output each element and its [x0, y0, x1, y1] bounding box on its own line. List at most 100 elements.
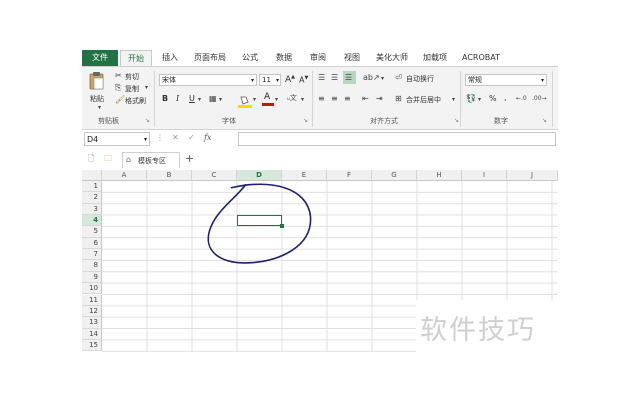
- format-painter-button[interactable]: 格式刷: [125, 96, 146, 106]
- increase-decimal-icon[interactable]: ←.0: [516, 94, 527, 104]
- underline-button[interactable]: U: [189, 94, 195, 103]
- wrap-text-icon: ⏎: [395, 73, 402, 82]
- merge-center-icon: ⊞: [395, 94, 402, 103]
- ribbon: 粘贴 ▾ ✂ 剪切 ⎘ 复制 ▾ 🖌 格式刷 剪贴板 ↘ 宋体 ▾ 11 ▾ A…: [82, 66, 558, 130]
- align-top-icon[interactable]: ☰: [318, 73, 325, 83]
- font-launcher-icon[interactable]: ↘: [303, 117, 308, 124]
- formula-bar: D4 ▾ ⋮ ✕ ✓ fx: [82, 130, 558, 148]
- font-group-label: 字体: [222, 117, 236, 125]
- copy-button[interactable]: 复制: [125, 84, 139, 94]
- align-left-icon[interactable]: ≡: [318, 94, 325, 104]
- phonetic-dropdown-icon[interactable]: ▾: [301, 95, 304, 105]
- currency-dropdown-icon[interactable]: ▾: [478, 95, 481, 105]
- tab-acrobat[interactable]: ACROBAT: [458, 50, 504, 66]
- copy-icon: ⎘: [115, 83, 122, 92]
- group-divider: [552, 71, 553, 127]
- name-box-value: D4: [87, 135, 99, 144]
- number-group-label: 数字: [494, 117, 508, 125]
- percent-button[interactable]: %: [489, 94, 497, 103]
- border-dropdown-icon[interactable]: ▾: [219, 95, 222, 105]
- wrap-text-button[interactable]: 自动换行: [406, 74, 434, 84]
- tab-beautify[interactable]: 美化大师: [372, 50, 412, 66]
- copy-dropdown-icon[interactable]: ▾: [145, 83, 148, 93]
- add-tab-button[interactable]: +: [185, 152, 194, 165]
- number-launcher-icon[interactable]: ↘: [542, 117, 547, 124]
- tab-addins[interactable]: 加载项: [418, 50, 452, 66]
- align-right-icon[interactable]: ≡: [344, 94, 351, 104]
- fill-color-dropdown-icon[interactable]: ▾: [253, 95, 256, 105]
- cut-icon: ✂: [115, 71, 122, 80]
- tab-formulas[interactable]: 公式: [236, 50, 264, 66]
- paste-icon: [89, 72, 104, 90]
- paste-label: 粘贴: [90, 95, 104, 103]
- clipboard-group-label: 剪贴板: [98, 117, 119, 125]
- group-divider: [154, 71, 155, 127]
- tab-view[interactable]: 视图: [338, 50, 366, 66]
- font-name-box[interactable]: 宋体 ▾: [159, 74, 257, 86]
- orientation-icon[interactable]: ab↗: [363, 73, 380, 83]
- bold-button[interactable]: B: [162, 94, 168, 103]
- align-middle-icon[interactable]: ☰: [331, 73, 338, 83]
- align-bottom-button[interactable]: ☰: [343, 71, 356, 84]
- font-color-dropdown-icon[interactable]: ▾: [275, 95, 278, 105]
- comma-button[interactable]: ,: [504, 93, 507, 102]
- currency-icon[interactable]: 💱: [466, 94, 476, 104]
- tab-insert[interactable]: 插入: [156, 50, 184, 66]
- cut-button[interactable]: 剪切: [125, 72, 139, 82]
- formula-bar-grip-icon: ⋮: [156, 133, 164, 142]
- tab-page-layout[interactable]: 页面布局: [190, 50, 230, 66]
- ribbon-tab-bar: 文件 开始 插入 页面布局 公式 数据 审阅 视图 美化大师 加载项 ACROB…: [82, 50, 558, 67]
- tab-review[interactable]: 审阅: [304, 50, 332, 66]
- number-format-value: 常规: [468, 76, 482, 84]
- group-divider: [312, 71, 313, 127]
- font-color-glyph: A: [264, 92, 271, 102]
- decrease-decimal-icon[interactable]: .00→: [532, 94, 547, 104]
- border-icon[interactable]: ▦: [209, 94, 217, 104]
- increase-indent-icon[interactable]: ⇥: [376, 94, 383, 104]
- grow-font-button[interactable]: A▲: [285, 74, 295, 85]
- number-format-box[interactable]: 常规 ▾: [465, 74, 547, 86]
- align-center-icon[interactable]: ≡: [331, 94, 338, 104]
- orientation-dropdown-icon[interactable]: ▾: [381, 74, 384, 84]
- fill-color-button[interactable]: [238, 93, 252, 108]
- underline-dropdown-icon[interactable]: ▾: [198, 95, 201, 105]
- font-color-button[interactable]: A: [262, 92, 274, 106]
- merge-center-button[interactable]: 合并后居中: [406, 95, 441, 105]
- fill-bucket-icon: [238, 96, 252, 108]
- folder-icon[interactable]: 🗀: [104, 154, 112, 164]
- font-size-box[interactable]: 11 ▾: [259, 74, 281, 86]
- group-divider: [460, 71, 461, 127]
- alignment-launcher-icon[interactable]: ↘: [454, 117, 459, 124]
- template-tab-label: 模板专区: [138, 157, 166, 165]
- number-format-dropdown-icon[interactable]: ▾: [541, 75, 544, 86]
- font-size-dropdown-icon[interactable]: ▾: [276, 75, 279, 86]
- clipboard-launcher-icon[interactable]: ↘: [145, 117, 150, 124]
- paste-dropdown-icon[interactable]: ▾: [98, 103, 101, 113]
- shrink-font-button[interactable]: A▼: [299, 75, 308, 85]
- enter-icon[interactable]: ✓: [188, 133, 195, 143]
- cancel-icon[interactable]: ✕: [172, 133, 179, 143]
- align-bottom-icon: ☰: [345, 73, 353, 82]
- format-painter-icon: 🖌: [115, 95, 126, 104]
- name-box-dropdown-icon[interactable]: ▾: [144, 133, 147, 146]
- formula-input[interactable]: [238, 132, 556, 146]
- italic-button[interactable]: I: [176, 94, 179, 103]
- merge-dropdown-icon[interactable]: ▾: [452, 95, 455, 105]
- name-box[interactable]: D4 ▾: [84, 132, 150, 146]
- font-color-swatch: [262, 103, 274, 106]
- new-file-icon[interactable]: 🗋: [88, 154, 94, 164]
- alignment-group-label: 对齐方式: [370, 117, 398, 125]
- tab-data[interactable]: 数据: [270, 50, 298, 66]
- font-size-value: 11: [262, 76, 271, 84]
- tab-home[interactable]: 开始: [120, 50, 152, 67]
- home-icon: ⌂: [126, 155, 132, 164]
- template-tab[interactable]: ⌂ 模板专区: [122, 152, 180, 168]
- decrease-indent-icon[interactable]: ⇤: [362, 94, 369, 104]
- watermark-text: 软件技巧: [420, 315, 536, 346]
- phonetic-icon[interactable]: ᵤ文: [287, 93, 297, 103]
- font-name-dropdown-icon[interactable]: ▾: [251, 75, 254, 86]
- tab-file[interactable]: 文件: [82, 50, 118, 66]
- insert-function-button[interactable]: fx: [204, 133, 211, 142]
- template-bar: 🗋 🗀 ⌂ 模板专区 +: [82, 152, 558, 168]
- font-name-value: 宋体: [162, 76, 176, 84]
